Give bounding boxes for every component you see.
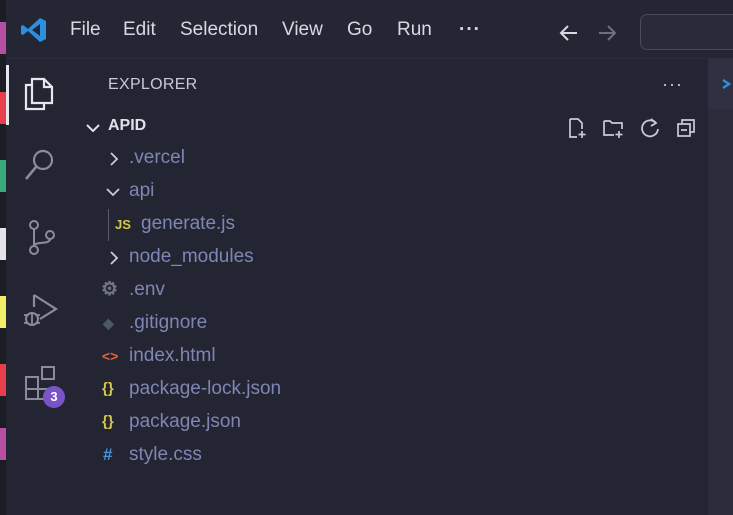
search-icon[interactable] bbox=[20, 145, 60, 185]
tree-item-vercel[interactable]: .vercel bbox=[72, 145, 672, 175]
debug-icon[interactable] bbox=[20, 289, 60, 329]
css-file-icon: # bbox=[103, 445, 113, 464]
tree-item-label: package.json bbox=[129, 411, 241, 432]
menu-run[interactable]: Run bbox=[397, 19, 432, 41]
tree-item-label: node_modules bbox=[129, 246, 254, 267]
explorer-more-actions[interactable]: ··· bbox=[662, 74, 683, 95]
menu-go[interactable]: Go bbox=[347, 19, 372, 41]
new-folder-icon[interactable] bbox=[602, 117, 624, 139]
tree-item-index-html[interactable]: <> index.html bbox=[72, 343, 672, 373]
tree-item-env[interactable]: ⚙ .env bbox=[72, 277, 672, 307]
tree-item-api[interactable]: api bbox=[72, 178, 672, 208]
tree-item-package-json[interactable]: {} package.json bbox=[72, 409, 672, 439]
tab-icon bbox=[722, 79, 732, 89]
refresh-icon[interactable] bbox=[639, 117, 661, 139]
forward-arrow-icon[interactable] bbox=[596, 22, 618, 44]
explorer-sidebar: EXPLORER ··· APID .vercel api JS generat… bbox=[72, 59, 708, 515]
activity-bar: 3 bbox=[6, 59, 72, 515]
workspace-folder-name: APID bbox=[108, 117, 147, 134]
menu-edit[interactable]: Edit bbox=[123, 19, 156, 41]
env-gear-icon: ⚙ bbox=[101, 279, 119, 300]
extensions-badge: 3 bbox=[43, 386, 65, 408]
tree-item-style-css[interactable]: # style.css bbox=[72, 442, 672, 472]
json-file-icon: {} bbox=[102, 413, 114, 430]
tree-item-label: package-lock.json bbox=[129, 378, 282, 399]
json-file-icon: {} bbox=[102, 380, 114, 397]
menu-selection[interactable]: Selection bbox=[180, 19, 258, 41]
command-center-search[interactable] bbox=[640, 14, 733, 50]
menu-more[interactable]: ··· bbox=[459, 19, 481, 41]
explorer-title: EXPLORER bbox=[108, 76, 198, 93]
vscode-logo-icon bbox=[21, 18, 46, 42]
chevron-right-icon bbox=[110, 251, 119, 265]
menu-view[interactable]: View bbox=[282, 19, 323, 41]
tree-item-label: .vercel bbox=[129, 147, 185, 168]
tree-item-label: .env bbox=[129, 279, 165, 300]
js-file-icon: JS bbox=[115, 217, 131, 232]
chevron-down-icon bbox=[106, 188, 120, 197]
collapse-all-icon[interactable] bbox=[675, 117, 697, 139]
new-file-icon[interactable] bbox=[566, 117, 588, 139]
active-indicator bbox=[6, 65, 9, 125]
tree-item-gitignore[interactable]: ◆ .gitignore bbox=[72, 310, 672, 340]
chevron-down-icon bbox=[86, 124, 100, 133]
tree-item-label: .gitignore bbox=[129, 312, 208, 333]
tree-item-label: generate.js bbox=[141, 213, 236, 234]
title-bar: File Edit Selection View Go Run ··· bbox=[6, 0, 733, 59]
editor-tab[interactable] bbox=[708, 59, 733, 109]
editor-area-edge bbox=[708, 59, 733, 515]
source-control-icon[interactable] bbox=[20, 217, 60, 257]
tree-item-label: style.css bbox=[129, 444, 202, 465]
back-arrow-icon[interactable] bbox=[558, 22, 580, 44]
chevron-right-icon bbox=[110, 152, 119, 166]
tree-item-label: api bbox=[129, 180, 155, 201]
tree-item-label: index.html bbox=[129, 345, 216, 366]
tree-item-node-modules[interactable]: node_modules bbox=[72, 244, 672, 274]
menu-file[interactable]: File bbox=[70, 19, 101, 41]
html-file-icon: <> bbox=[102, 348, 119, 364]
tree-item-generate-js[interactable]: JS generate.js bbox=[72, 211, 672, 241]
files-icon[interactable] bbox=[20, 73, 60, 113]
tree-item-package-lock-json[interactable]: {} package-lock.json bbox=[72, 376, 672, 406]
git-file-icon: ◆ bbox=[103, 315, 114, 331]
